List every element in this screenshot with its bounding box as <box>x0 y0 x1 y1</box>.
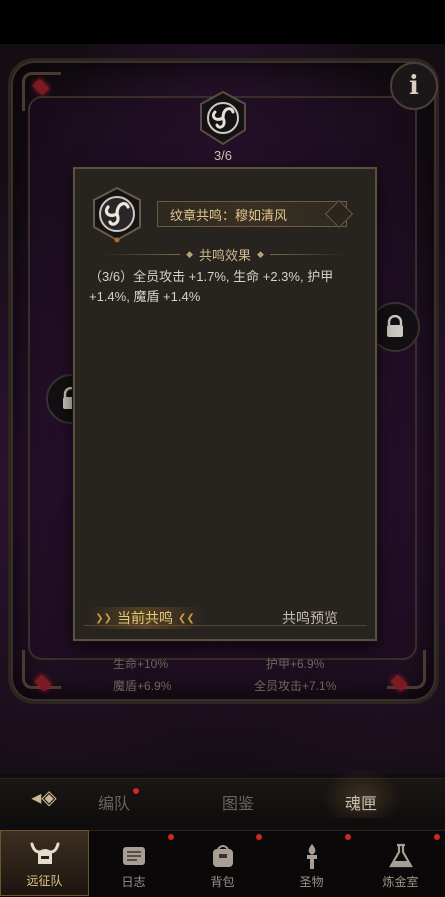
locked-slot[interactable] <box>370 302 420 352</box>
section-title: 共鸣效果 <box>198 247 251 263</box>
notification-badge <box>168 834 174 840</box>
flourish-icon: ❯❯ <box>95 612 112 624</box>
stat-life: 生命+10% <box>113 657 169 671</box>
notification-badge <box>133 788 139 794</box>
bag-icon <box>206 841 240 871</box>
lock-icon <box>387 315 403 337</box>
top-black-bar <box>0 0 445 44</box>
nav-backpack[interactable]: 背包 <box>178 830 267 896</box>
top-emblem[interactable] <box>197 90 249 146</box>
section-header: ◆ 共鸣效果 ◆ <box>75 245 375 263</box>
info-button[interactable]: i <box>390 62 438 110</box>
tab-formation[interactable]: 编队 <box>98 790 130 814</box>
stat-team-attack: 全员攻击+7.1% <box>254 679 337 693</box>
divider-line <box>269 253 348 255</box>
nav-label: 炼金室 <box>382 875 419 889</box>
back-arrow-icon: ◂◈ <box>31 786 57 809</box>
nav-label: 圣物 <box>299 875 324 889</box>
back-button[interactable]: ◂◈ <box>22 786 66 809</box>
tab-current-resonance[interactable]: ❯❯ 当前共鸣 ❮❮ <box>85 607 205 629</box>
horned-helmet-icon <box>28 840 62 870</box>
alchemy-icon <box>384 841 418 871</box>
effect-line: +1.4%, 魔盾 +1.4% <box>89 289 201 304</box>
nav-label: 远征队 <box>26 874 63 888</box>
diamond-icon: ◆ <box>257 248 264 259</box>
scroll-icon <box>117 841 151 871</box>
top-emblem-counter: 3/6 <box>213 148 233 163</box>
tab-soul-box[interactable]: 魂匣 <box>345 790 377 814</box>
nav-journal[interactable]: 日志 <box>89 830 178 896</box>
tab-label: 当前共鸣 <box>117 610 173 626</box>
triskele-icon <box>93 186 141 243</box>
nav-label: 背包 <box>210 875 235 889</box>
stat-magic-shield: 魔盾+6.9% <box>113 679 172 693</box>
popup-title: 纹章共鸣：穆如清风 <box>157 201 347 227</box>
emblem-badge <box>89 185 145 243</box>
torch-icon <box>295 841 329 871</box>
stat-armor: 护甲+6.9% <box>266 657 325 671</box>
tab-resonance-preview[interactable]: 共鸣预览 <box>255 607 365 629</box>
effect-description: （3/6）全员攻击 +1.7%, 生命 +2.3%, 护甲 +1.4%, 魔盾 … <box>89 267 369 307</box>
resonance-popup: 纹章共鸣：穆如清风 ◆ 共鸣效果 ◆ （3/6）全员攻击 +1.7%, 生命 +… <box>73 167 377 641</box>
triskele-icon <box>200 90 246 146</box>
divider-line <box>102 253 181 255</box>
popup-tabs: ❯❯ 当前共鸣 ❮❮ 共鸣预览 <box>75 607 375 633</box>
tab-label: 共鸣预览 <box>282 610 338 626</box>
flourish-icon: ❮❮ <box>178 612 195 624</box>
notification-badge <box>256 834 262 840</box>
nav-relics[interactable]: 圣物 <box>267 830 356 896</box>
diamond-icon: ◆ <box>186 248 193 259</box>
nav-expedition[interactable]: 远征队 <box>0 830 89 896</box>
notification-badge <box>434 834 440 840</box>
nav-label: 日志 <box>121 875 146 889</box>
effect-line: （3/6）全员攻击 +1.7%, 生命 +2.3%, 护甲 <box>89 269 334 284</box>
info-icon: i <box>409 71 419 101</box>
tab-codex[interactable]: 图鉴 <box>222 790 254 814</box>
notification-badge <box>345 834 351 840</box>
nav-alchemy[interactable]: 炼金室 <box>356 830 445 896</box>
